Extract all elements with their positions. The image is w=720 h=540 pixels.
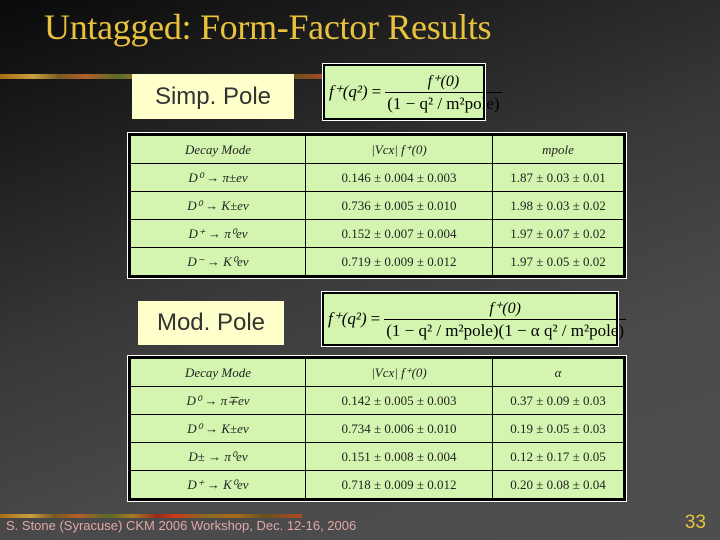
alpha-cell: 0.37 ± 0.09 ± 0.03	[492, 386, 625, 415]
formula-denominator: (1 − q² / m²pole)	[385, 91, 502, 113]
header-mpole: mpole	[492, 134, 625, 164]
formula-lhs: f⁺(q²)	[329, 82, 368, 101]
slide-footer: S. Stone (Syracuse) CKM 2006 Workshop, D…	[6, 518, 357, 533]
vcx-f0-cell: 0.734 ± 0.006 ± 0.010	[305, 414, 493, 443]
page-number: 33	[684, 512, 706, 533]
table-row: D± → π⁰eν 0.151 ± 0.008 ± 0.004 0.12 ± 0…	[129, 442, 625, 471]
modified-pole-formula: f⁺(q²) = f⁺(0) (1 − q² / m²pole)(1 − α q…	[321, 291, 627, 347]
vcx-f0-cell: 0.146 ± 0.004 ± 0.003	[305, 163, 493, 192]
table-row: D⁰ → π±eν 0.146 ± 0.004 ± 0.003 1.87 ± 0…	[129, 163, 625, 192]
decay-mode-cell: D⁺ → π⁰eν	[129, 219, 306, 248]
decay-mode-cell: D⁺ → K⁰eν	[129, 470, 306, 500]
formula-lhs: f⁺(q²)	[328, 309, 367, 328]
vcx-f0-cell: 0.719 ± 0.009 ± 0.012	[305, 247, 493, 277]
vcx-f0-cell: 0.152 ± 0.007 ± 0.004	[305, 219, 493, 248]
mpole-cell: 1.97 ± 0.05 ± 0.02	[492, 247, 625, 277]
table-header-row: Decay Mode |Vcx| f⁺(0) α	[129, 357, 625, 387]
decay-mode-cell: D⁰ → π±eν	[129, 163, 306, 192]
simple-pole-table: Decay Mode |Vcx| f⁺(0) mpole D⁰ → π±eν 0…	[128, 133, 626, 278]
modified-pole-table-frame: Decay Mode |Vcx| f⁺(0) α D⁰ → π∓eν 0.142…	[127, 355, 627, 502]
formula-equals: =	[371, 82, 382, 101]
modified-pole-label: Mod. Pole	[138, 301, 284, 345]
decay-mode-cell: D± → π⁰eν	[129, 442, 306, 471]
formula-equals: =	[370, 309, 381, 328]
table-row: D⁰ → K±eν 0.734 ± 0.006 ± 0.010 0.19 ± 0…	[129, 414, 625, 443]
table-row: D⁰ → K±eν 0.736 ± 0.005 ± 0.010 1.98 ± 0…	[129, 191, 625, 220]
table-header-row: Decay Mode |Vcx| f⁺(0) mpole	[129, 134, 625, 164]
formula-numerator: f⁺(0)	[489, 299, 521, 317]
header-vcx-f0: |Vcx| f⁺(0)	[305, 357, 493, 387]
vcx-f0-cell: 0.151 ± 0.008 ± 0.004	[305, 442, 493, 471]
decay-mode-cell: D⁰ → K±eν	[129, 191, 306, 220]
simple-pole-label: Simp. Pole	[132, 74, 294, 119]
alpha-cell: 0.20 ± 0.08 ± 0.04	[492, 470, 625, 500]
simple-pole-formula: f⁺(q²) = f⁺(0) (1 − q² / m²pole)	[322, 63, 502, 121]
simple-pole-table-frame: Decay Mode |Vcx| f⁺(0) mpole D⁰ → π±eν 0…	[127, 132, 627, 279]
decay-mode-cell: D⁰ → K±eν	[129, 414, 306, 443]
vcx-f0-cell: 0.736 ± 0.005 ± 0.010	[305, 191, 493, 220]
vcx-f0-cell: 0.718 ± 0.009 ± 0.012	[305, 470, 493, 500]
alpha-cell: 0.12 ± 0.17 ± 0.05	[492, 442, 625, 471]
mpole-cell: 1.98 ± 0.03 ± 0.02	[492, 191, 625, 220]
formula-denominator: (1 − q² / m²pole)(1 − α q² / m²pole)	[384, 318, 627, 340]
header-alpha: α	[492, 357, 625, 387]
header-decay-mode: Decay Mode	[129, 134, 306, 164]
header-decay-mode: Decay Mode	[129, 357, 306, 387]
mpole-cell: 1.97 ± 0.07 ± 0.02	[492, 219, 625, 248]
table-row: D⁺ → π⁰eν 0.152 ± 0.007 ± 0.004 1.97 ± 0…	[129, 219, 625, 248]
table-row: D⁰ → π∓eν 0.142 ± 0.005 ± 0.003 0.37 ± 0…	[129, 386, 625, 415]
table-row: D⁻ → K⁰eν 0.719 ± 0.009 ± 0.012 1.97 ± 0…	[129, 247, 625, 277]
alpha-cell: 0.19 ± 0.05 ± 0.03	[492, 414, 625, 443]
vcx-f0-cell: 0.142 ± 0.005 ± 0.003	[305, 386, 493, 415]
header-vcx-f0: |Vcx| f⁺(0)	[305, 134, 493, 164]
table-row: D⁺ → K⁰eν 0.718 ± 0.009 ± 0.012 0.20 ± 0…	[129, 470, 625, 500]
formula-numerator: f⁺(0)	[427, 72, 460, 90]
decay-mode-cell: D⁻ → K⁰eν	[129, 247, 306, 277]
mpole-cell: 1.87 ± 0.03 ± 0.01	[492, 163, 625, 192]
formula-fraction: f⁺(0) (1 − q² / m²pole)(1 − α q² / m²pol…	[384, 298, 627, 341]
decay-mode-cell: D⁰ → π∓eν	[129, 386, 306, 415]
slide-title: Untagged: Form-Factor Results	[44, 7, 492, 47]
modified-pole-table: Decay Mode |Vcx| f⁺(0) α D⁰ → π∓eν 0.142…	[128, 356, 626, 501]
formula-fraction: f⁺(0) (1 − q² / m²pole)	[385, 71, 502, 114]
